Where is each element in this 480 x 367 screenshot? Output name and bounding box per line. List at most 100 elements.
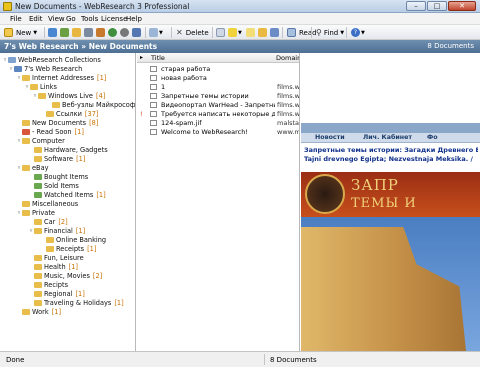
highlight-button[interactable]: ▼	[228, 27, 242, 38]
back-button[interactable]	[48, 27, 57, 38]
tree-item[interactable]: Traveling & Holidays [1]	[28, 298, 124, 307]
tree-item[interactable]: ▿ WebResearch Collections	[2, 55, 104, 64]
view-button[interactable]: ▼	[149, 27, 163, 38]
tree-item-label: Receipts	[56, 244, 85, 253]
tree-item-count: [8]	[89, 118, 99, 127]
status-count: 8 Documents	[270, 356, 317, 364]
tree-item[interactable]: ▿ Computer	[16, 136, 68, 145]
note-button[interactable]	[246, 27, 255, 38]
find-button[interactable]: ⚲ Find ▼	[316, 27, 344, 38]
tree-item-count: [37]	[84, 109, 99, 118]
menu-file[interactable]: File	[10, 15, 22, 23]
tree-item[interactable]: Online Banking	[40, 235, 109, 244]
toolbar-divider	[171, 27, 172, 38]
menu-license[interactable]: License	[101, 15, 127, 23]
tree-item-label: Hardware, Gadgets	[44, 145, 108, 154]
breadcrumb-root[interactable]: 7's Web Research	[4, 42, 79, 51]
stop-button[interactable]	[120, 27, 129, 38]
list-item-domain: films.w	[277, 110, 299, 118]
tree-item[interactable]: Watched Items [1]	[28, 190, 106, 199]
preview-heading[interactable]: Запретные темы истории: Загадки Древнего…	[304, 146, 478, 154]
read-button[interactable]: Read	[287, 27, 317, 38]
refresh-button[interactable]	[108, 27, 117, 38]
new-button[interactable]: New ▼	[4, 27, 37, 38]
tree-item[interactable]: Fun, Leisure	[28, 253, 87, 262]
menu-help[interactable]: Help	[126, 15, 142, 23]
folder-icon	[22, 137, 30, 144]
folder-button[interactable]	[72, 27, 81, 38]
flag-button[interactable]	[270, 27, 279, 38]
column-domain[interactable]: Domain	[276, 54, 299, 62]
tree-item[interactable]: ▿ Financial [1]	[28, 226, 85, 235]
highlighter-icon	[228, 28, 237, 37]
tree-item[interactable]: Work [1]	[16, 307, 61, 316]
chevron-down-icon: ▼	[238, 29, 242, 36]
tree-item-label: Music, Movies	[44, 271, 90, 280]
delete-icon: ✕	[176, 28, 183, 37]
edit-button[interactable]	[96, 27, 105, 38]
app-icon	[3, 2, 12, 11]
tree-item[interactable]: Веб-узлы Майкрософт[	[46, 100, 135, 109]
flag-column-icon[interactable]: ▸	[140, 54, 143, 61]
tree-item[interactable]: ▿ Private	[16, 208, 58, 217]
tree-item[interactable]: ▿ Windows Live [4]	[32, 91, 106, 100]
folder-move-button[interactable]	[258, 27, 267, 38]
tree-item[interactable]: Bought Items	[28, 172, 91, 181]
tree-item[interactable]: Recipts	[28, 280, 71, 289]
tree-item[interactable]: Regional [1]	[28, 289, 85, 298]
tree-item[interactable]: ▿ Links	[24, 82, 60, 91]
list-item[interactable]: 124-spam.jif malstat	[137, 118, 299, 127]
toolbar: New ▼ ▼ ✕ Delete ▼ Read ⚲ Find ▼ ? ▼	[0, 25, 480, 40]
chevron-down-icon: ▼	[159, 29, 163, 36]
tree-item-label: Windows Live	[48, 91, 93, 100]
search-icon: ⚲	[316, 28, 322, 37]
toolbar-divider	[44, 27, 45, 38]
preview-nav-news[interactable]: Новости	[315, 134, 345, 141]
menu-go[interactable]: Go	[66, 15, 76, 23]
list-item[interactable]: Запретные темы истории films.w	[137, 91, 299, 100]
list-item[interactable]: старая работа	[137, 64, 299, 73]
close-button[interactable]: ✕	[448, 1, 476, 11]
preview-subheading[interactable]: Tajni drevnego Egipta; Nezvestnaja Meksi…	[304, 155, 478, 163]
menu-edit[interactable]: Edit	[29, 15, 43, 23]
tree-item[interactable]: Miscellaneous	[16, 199, 81, 208]
folder-icon	[34, 281, 42, 288]
delete-button[interactable]: ✕ Delete	[176, 27, 209, 38]
home-button[interactable]	[132, 27, 141, 38]
tree-item[interactable]: Ссылки [37]	[40, 109, 98, 118]
list-item-title: Запретные темы истории	[161, 92, 249, 100]
menu-view[interactable]: View	[48, 15, 65, 23]
up-button[interactable]	[60, 27, 69, 38]
preview-nav-cabinet[interactable]: Лич. Кабинет	[363, 134, 412, 141]
tree-item[interactable]: ▿ eBay	[16, 163, 52, 172]
tree-item[interactable]: ▿ Internet Addresses [1]	[16, 73, 107, 82]
tree-item[interactable]: Car [2]	[28, 217, 68, 226]
list-item[interactable]: ! Требуется написать некоторые доработ...…	[137, 109, 299, 118]
tree-item[interactable]: New Documents [8]	[16, 118, 98, 127]
preview-nav-forum[interactable]: Фо	[427, 134, 438, 141]
tree-item-label: Watched Items	[44, 190, 94, 199]
document-icon	[150, 102, 157, 108]
list-item[interactable]: новая работа	[137, 73, 299, 82]
list-item[interactable]: Welcome to WebResearch! www.m	[137, 127, 299, 136]
copy-button[interactable]	[216, 27, 225, 38]
tree-item[interactable]: Sold Items	[28, 181, 82, 190]
tree-item[interactable]: Hardware, Gadgets	[28, 145, 111, 154]
save-button[interactable]	[84, 27, 93, 38]
list-item[interactable]: 1 films.w	[137, 82, 299, 91]
folder-icon	[72, 28, 81, 37]
minimize-button[interactable]: –	[406, 1, 426, 11]
column-title[interactable]: Title	[151, 54, 165, 62]
tree-item[interactable]: - Read Soon [1]	[16, 127, 84, 136]
maximize-button[interactable]: □	[427, 1, 447, 11]
tree-item[interactable]: Music, Movies [2]	[28, 271, 102, 280]
tree-item[interactable]: ▿ 7's Web Research	[8, 64, 85, 73]
tree-item[interactable]: Health [1]	[28, 262, 78, 271]
status-bar: Done 8 Documents	[0, 351, 480, 367]
tree-item[interactable]: Receipts [1]	[40, 244, 96, 253]
tree-item[interactable]: Software [1]	[28, 154, 85, 163]
menu-tools[interactable]: Tools	[81, 15, 98, 23]
list-item[interactable]: Видеопортал WarHead - Запретные те...fil…	[137, 100, 299, 109]
folder-icon	[34, 272, 42, 279]
help-button[interactable]: ? ▼	[351, 27, 365, 38]
